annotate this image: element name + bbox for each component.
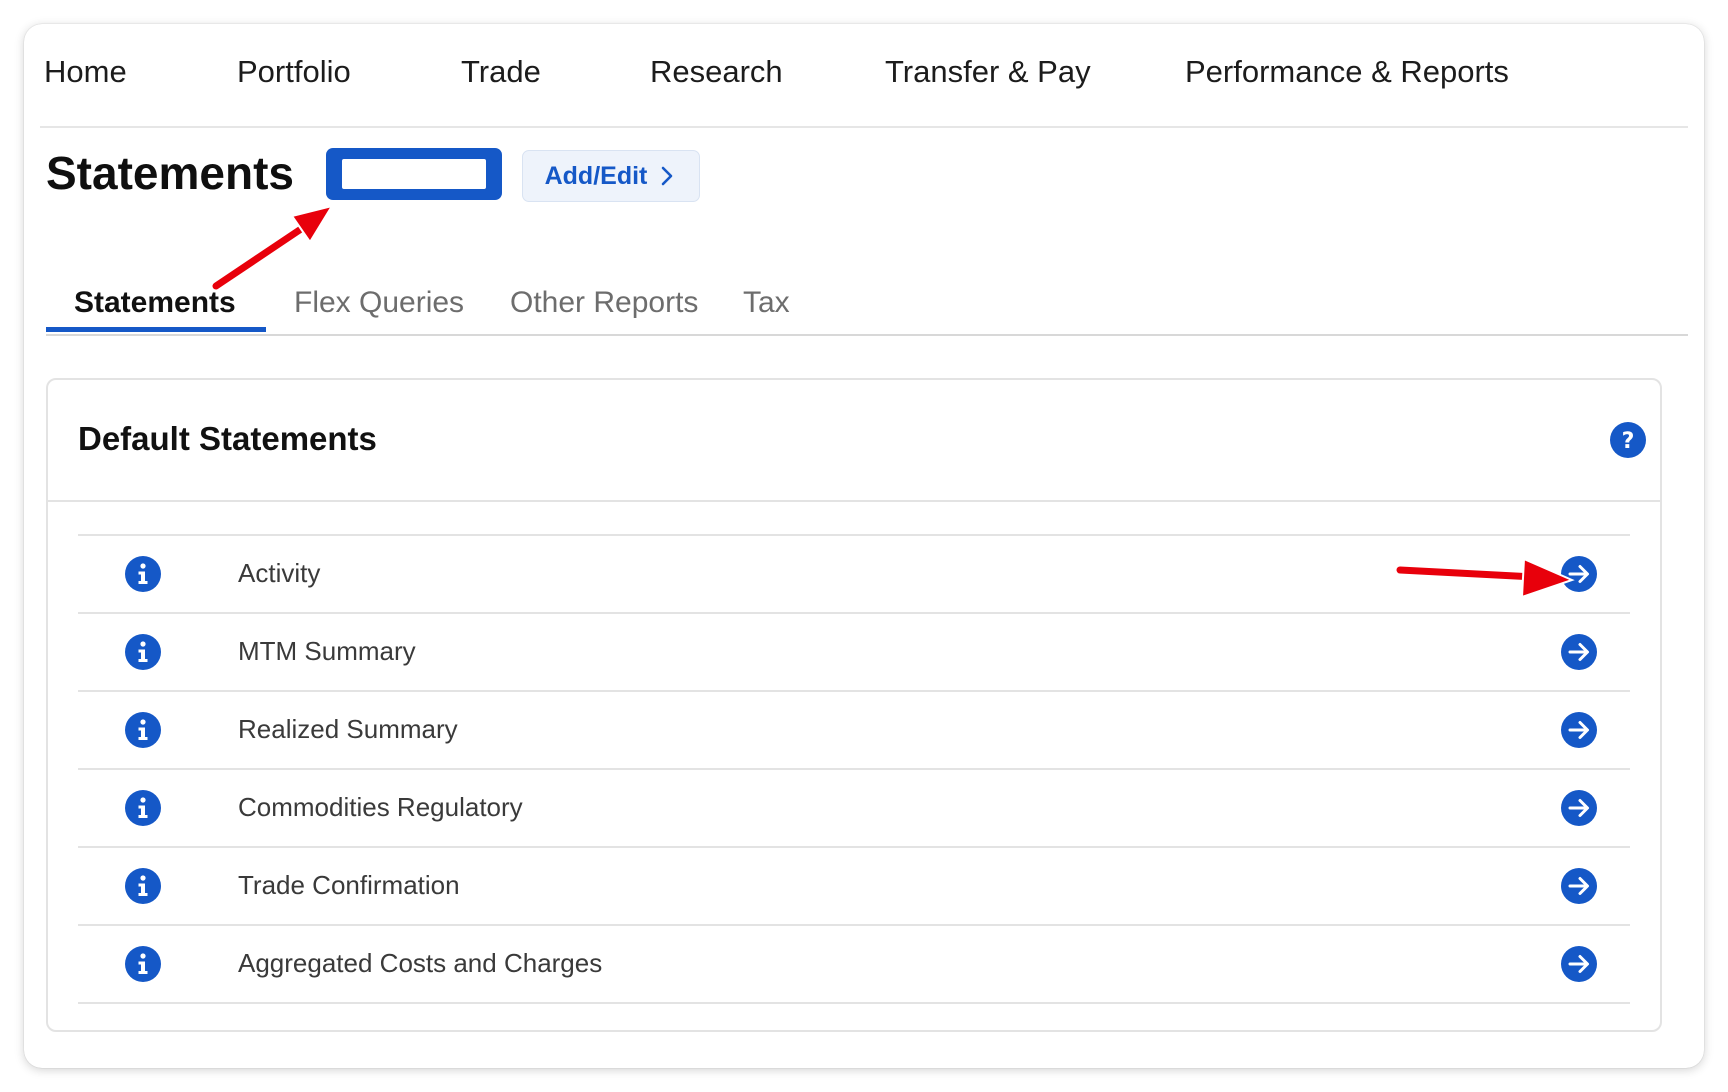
chevron-right-icon: [662, 166, 673, 186]
statement-row-4[interactable]: Trade Confirmation: [78, 848, 1630, 926]
svg-text:?: ?: [1622, 429, 1635, 454]
page-title: Statements: [46, 147, 294, 199]
add-edit-label: Add/Edit: [544, 161, 648, 190]
statement-label: MTM Summary: [238, 636, 416, 666]
account-selector-field: [342, 159, 486, 189]
question-circle-icon[interactable]: ?: [1609, 421, 1647, 459]
arrow-right-circle-icon[interactable]: [1560, 633, 1598, 671]
nav-item-research[interactable]: Research: [650, 54, 783, 90]
info-circle-icon[interactable]: [124, 555, 162, 593]
top-navigation: Home Portfolio Trade Research Transfer &…: [40, 24, 1688, 128]
statements-list: Activity MTM Summary Realized Summary Co…: [78, 534, 1630, 1004]
nav-item-portfolio[interactable]: Portfolio: [237, 54, 351, 90]
info-circle-icon[interactable]: [124, 633, 162, 671]
info-circle-icon[interactable]: [124, 711, 162, 749]
statement-label: Realized Summary: [238, 714, 458, 744]
arrow-right-circle-icon[interactable]: [1560, 789, 1598, 827]
tab-statements[interactable]: Statements: [46, 286, 266, 332]
tab-tax[interactable]: Tax: [743, 286, 790, 332]
arrow-right-circle-icon[interactable]: [1560, 867, 1598, 905]
add-edit-button[interactable]: Add/Edit: [522, 150, 700, 202]
statement-label: Commodities Regulatory: [238, 792, 523, 822]
account-selector[interactable]: [326, 148, 502, 200]
info-circle-icon[interactable]: [124, 945, 162, 983]
statement-row-1[interactable]: MTM Summary: [78, 614, 1630, 692]
info-circle-icon[interactable]: [124, 789, 162, 827]
statement-row-3[interactable]: Commodities Regulatory: [78, 770, 1630, 848]
nav-item-trade[interactable]: Trade: [461, 54, 541, 90]
statement-label: Trade Confirmation: [238, 870, 460, 900]
panel-title: Default Statements: [78, 420, 377, 457]
tab-other-reports[interactable]: Other Reports: [510, 286, 698, 332]
statement-label: Activity: [238, 558, 321, 588]
default-statements-panel: Default Statements ? Activity MTM Summar…: [46, 378, 1662, 1032]
nav-item-transfer-pay[interactable]: Transfer & Pay: [885, 54, 1091, 90]
arrow-right-circle-icon[interactable]: [1560, 711, 1598, 749]
arrow-right-circle-icon[interactable]: [1560, 945, 1598, 983]
info-circle-icon[interactable]: [124, 867, 162, 905]
report-tabs: Statements Flex Queries Other Reports Ta…: [46, 274, 1688, 336]
statement-row-5[interactable]: Aggregated Costs and Charges: [78, 926, 1630, 1004]
arrow-right-circle-icon[interactable]: [1560, 555, 1598, 593]
statement-label: Aggregated Costs and Charges: [238, 948, 603, 978]
statement-row-2[interactable]: Realized Summary: [78, 692, 1630, 770]
statement-row-0[interactable]: Activity: [78, 536, 1630, 614]
nav-item-home[interactable]: Home: [44, 54, 127, 90]
tab-flex-queries[interactable]: Flex Queries: [294, 286, 464, 332]
nav-item-performance-reports[interactable]: Performance & Reports: [1185, 54, 1509, 90]
panel-header: Default Statements ?: [48, 380, 1660, 502]
app-window: Home Portfolio Trade Research Transfer &…: [24, 24, 1704, 1068]
